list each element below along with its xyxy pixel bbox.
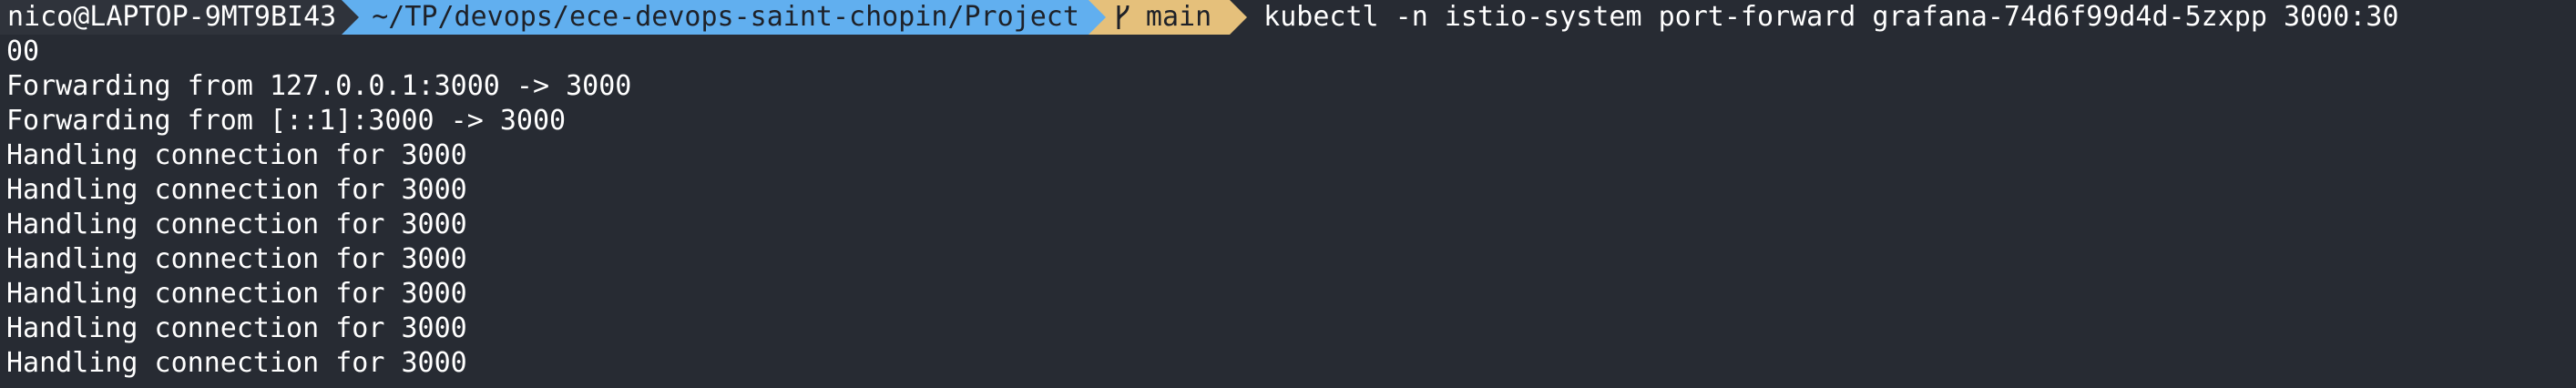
terminal-window[interactable]: nico@LAPTOP-9MT9BI43 ~/TP/devops/ece-dev… <box>0 0 2576 388</box>
output-line: Handling connection for 3000 <box>6 312 467 344</box>
output-line: Handling connection for 3000 <box>6 139 467 171</box>
output-line: Forwarding from 127.0.0.1:3000 -> 3000 <box>6 70 632 102</box>
command-wrap-line: 00 <box>6 36 40 67</box>
git-branch-name: main <box>1145 1 1212 33</box>
output-line: Handling connection for 3000 <box>6 209 467 240</box>
command-text: kubectl -n istio-system port-forward gra… <box>1263 1 2399 33</box>
output-line: Handling connection for 3000 <box>6 278 467 310</box>
prompt-user-host: nico@LAPTOP-9MT9BI43 <box>0 0 342 35</box>
prompt-separator-arrow <box>1230 0 1248 35</box>
git-branch-icon <box>1111 0 1139 35</box>
prompt-separator-arrow <box>342 0 360 35</box>
output-line: Handling connection for 3000 <box>6 243 467 275</box>
output-line: Handling connection for 3000 <box>6 174 467 206</box>
prompt-path: ~/TP/devops/ece-devops-saint-chopin/Proj… <box>359 0 1089 35</box>
prompt-git-segment: main <box>1105 0 1231 35</box>
output-line: Forwarding from [::1]:3000 -> 3000 <box>6 105 567 137</box>
prompt-line: nico@LAPTOP-9MT9BI43 ~/TP/devops/ece-dev… <box>0 0 2576 35</box>
output-line: Handling connection for 3000 <box>6 347 467 379</box>
prompt-separator-arrow <box>1088 0 1106 35</box>
